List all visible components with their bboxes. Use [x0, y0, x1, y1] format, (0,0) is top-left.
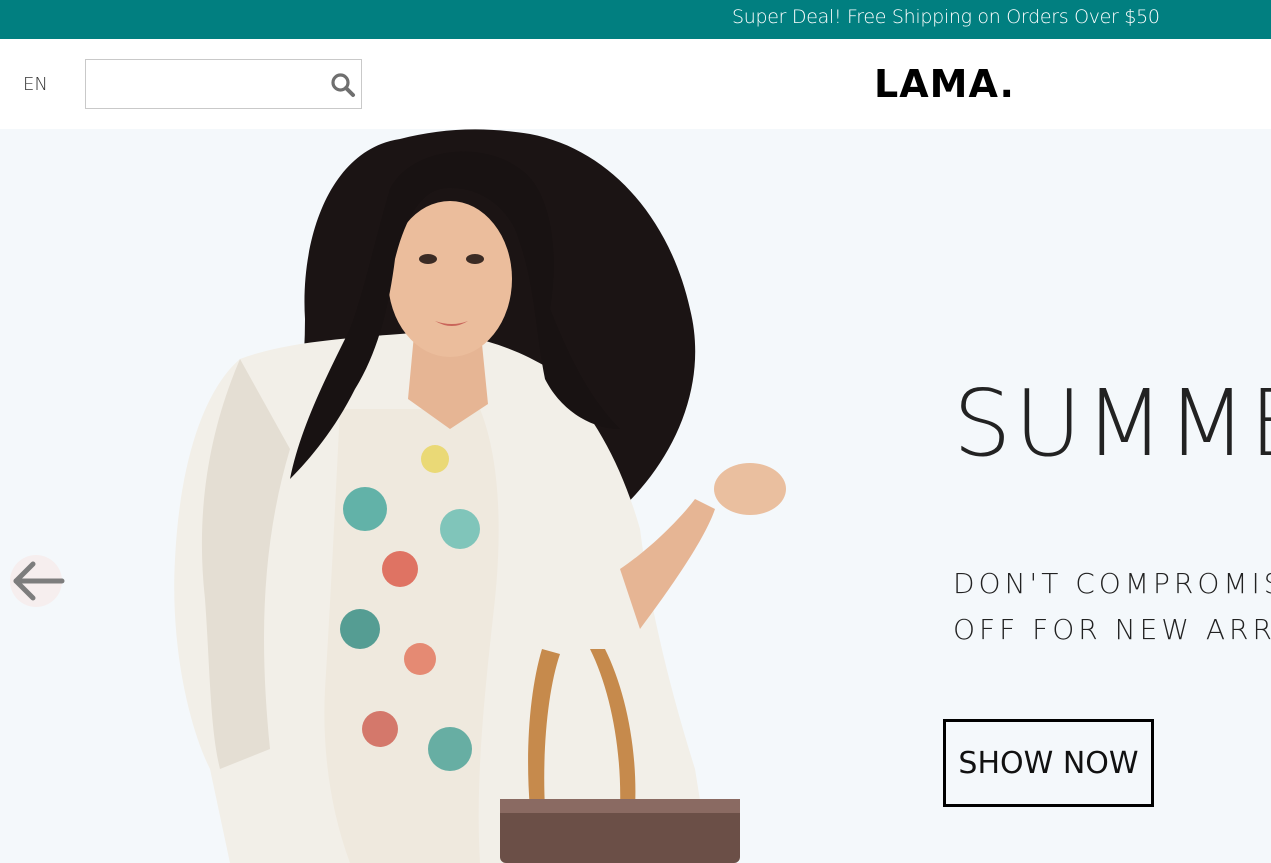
announcement-text: Super Deal! Free Shipping on Orders Over… [732, 6, 1160, 28]
announcement-bar: Super Deal! Free Shipping on Orders Over… [0, 0, 1271, 39]
slide-image [174, 129, 786, 863]
slide-description-line-1: DON'T COMPROMISE ON STYLE! GET FLAT 30% [953, 567, 1271, 600]
navbar: EN LAMA. [0, 39, 1271, 129]
show-now-button[interactable]: SHOW NOW [943, 719, 1154, 807]
search-input[interactable] [92, 66, 326, 104]
slide-description-line-2: OFF FOR NEW ARRIVALS. [953, 613, 1271, 646]
logo[interactable]: LAMA. [874, 62, 1015, 106]
hero-slider: SUMMER SALE DON'T COMPROMISE ON STYLE! G… [0, 129, 1271, 863]
language-selector[interactable]: EN [23, 74, 48, 95]
slide-title: SUMMER SALE [953, 370, 1271, 477]
slide-description: DON'T COMPROMISE ON STYLE! GET FLAT 30% … [953, 561, 1271, 653]
search-container [85, 59, 362, 109]
arrow-left-icon[interactable] [7, 554, 65, 608]
search-icon[interactable] [330, 72, 356, 98]
